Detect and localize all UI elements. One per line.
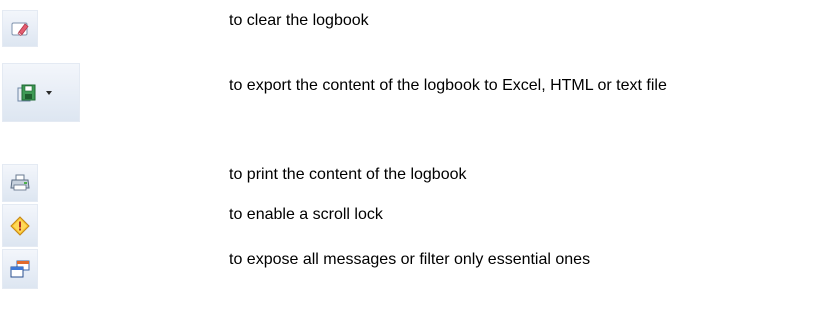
- export-logbook-description: to export the content of the logbook to …: [229, 77, 667, 94]
- printer-icon: [10, 174, 30, 191]
- scroll-lock-description: to enable a scroll lock: [229, 206, 383, 223]
- filter-windows-icon: [10, 260, 30, 278]
- save-export-icon: [17, 84, 36, 101]
- filter-messages-button[interactable]: [2, 249, 38, 289]
- eraser-icon: [11, 22, 29, 36]
- logbook-toolbar-legend: to clear the logbook to export the conte…: [0, 0, 813, 335]
- clear-logbook-button[interactable]: [2, 10, 38, 47]
- print-logbook-button[interactable]: [2, 164, 38, 202]
- scroll-lock-warning-icon: [10, 215, 30, 236]
- chevron-down-icon[interactable]: [46, 90, 52, 95]
- scroll-lock-button[interactable]: [2, 204, 38, 247]
- print-logbook-description: to print the content of the logbook: [229, 166, 467, 183]
- clear-logbook-description: to clear the logbook: [229, 12, 369, 29]
- filter-messages-description: to expose all messages or filter only es…: [229, 251, 591, 268]
- export-logbook-button[interactable]: [2, 63, 80, 122]
